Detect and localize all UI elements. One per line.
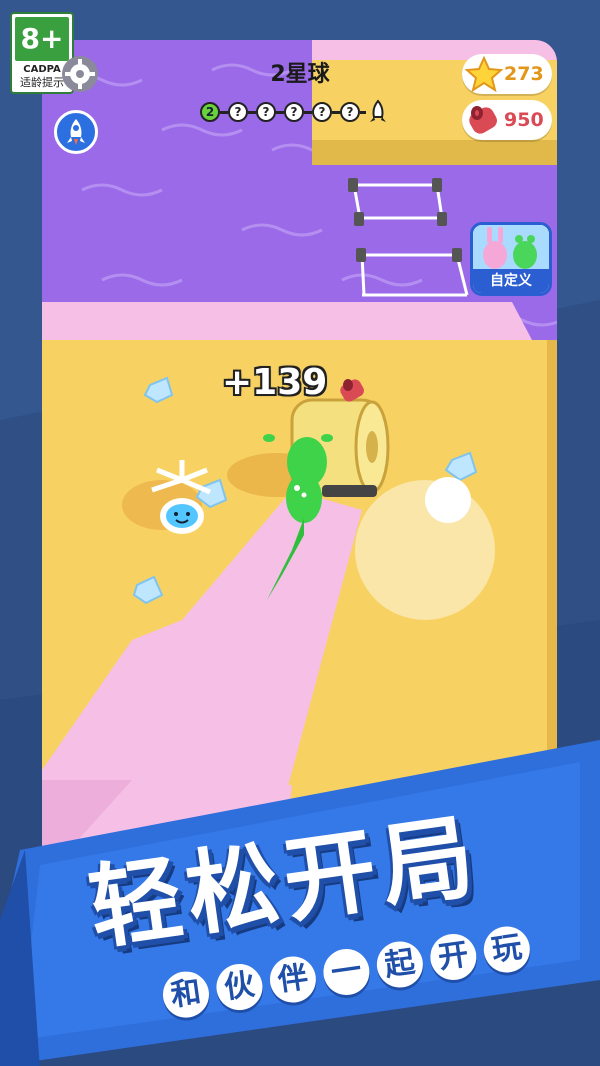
gear-icon	[65, 59, 95, 89]
level-progress: 2 ? ? ? ? ?	[200, 99, 390, 125]
star-icon	[464, 55, 504, 93]
stars-counter: 273	[462, 54, 552, 94]
carpet-count: 950	[504, 109, 544, 131]
banner-subtitle-char: 玩	[480, 923, 533, 976]
age-rating-number: 8+	[20, 22, 64, 55]
score-popup-text: +139	[222, 362, 328, 403]
banner-subtitle-char: 起	[373, 938, 426, 991]
level-node-current: 2	[200, 102, 220, 122]
customize-button[interactable]: 自定义	[470, 222, 552, 296]
rocket-goal-icon	[370, 99, 386, 122]
settings-button[interactable]	[62, 56, 98, 92]
level-node-locked: ?	[228, 102, 248, 122]
score-popup: +139	[222, 362, 368, 405]
rocket-icon	[67, 119, 85, 145]
stars-count: 273	[504, 63, 544, 85]
banner-subtitle-char: 开	[427, 931, 480, 983]
joystick-base	[355, 480, 495, 620]
planet-title: 2星球	[270, 62, 330, 87]
level-node-locked: ?	[312, 102, 332, 122]
level-node-locked: ?	[340, 102, 360, 122]
customize-label: 自定义	[473, 269, 549, 293]
carpet-counter: 950	[462, 100, 552, 140]
carpet-roll-icon	[340, 378, 365, 402]
characters-preview-icon	[473, 225, 549, 269]
banner-subtitle-char: 和	[160, 968, 212, 1021]
carpet-roll-icon	[469, 106, 497, 134]
rocket-button[interactable]	[54, 110, 98, 154]
planet-title-wrap: 2星球	[240, 56, 360, 88]
banner-subtitle-char: 伴	[266, 953, 319, 1006]
joystick-knob	[425, 477, 471, 523]
level-node-locked: ?	[256, 102, 276, 122]
level-node-locked: ?	[284, 102, 304, 122]
carpet-strip-top	[42, 302, 532, 340]
banner-subtitle-char: 伙	[213, 961, 266, 1014]
banner-subtitle-char: 一	[320, 946, 373, 999]
